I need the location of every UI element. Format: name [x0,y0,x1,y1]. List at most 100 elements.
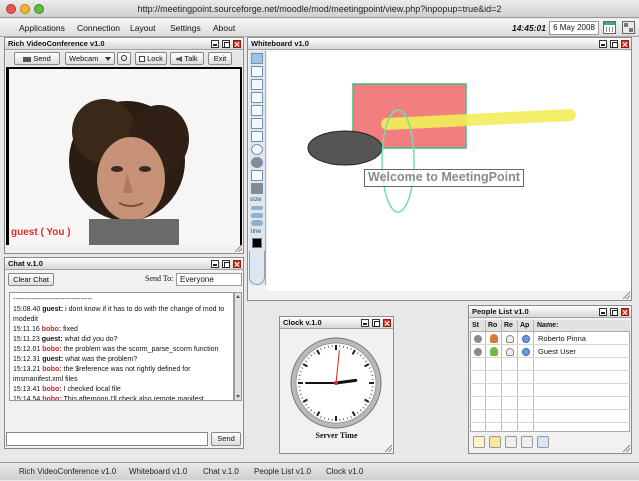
mute-icon[interactable] [505,436,517,448]
windows-layout-icon[interactable] [622,21,635,34]
color-swatch[interactable] [252,238,262,248]
resize-grip[interactable] [623,292,630,299]
minimize-icon[interactable] [361,319,369,327]
size-label: size [250,196,262,203]
menu-settings[interactable]: Settings [170,19,201,37]
close-icon[interactable] [233,40,241,48]
chat-text: fixed [63,326,78,333]
resize-grip[interactable] [623,445,630,452]
close-icon[interactable] [621,308,629,316]
whiteboard-canvas[interactable]: Welcome to MeetingPoint [267,51,631,291]
task-video[interactable]: Rich VideoConference v1.0 [19,463,116,481]
moderator-icon [490,334,498,343]
task-clock[interactable]: Clock v1.0 [326,463,363,481]
drawn-ellipse [308,131,382,165]
table-row [470,398,630,410]
highlighter-tool-icon[interactable] [251,131,263,142]
analog-clock [290,337,382,429]
camera-icon [23,57,31,62]
video-feed: guest ( You ) [9,69,240,245]
chat-text: what was the problem? [65,356,137,363]
menu-connection[interactable]: Connection [77,19,120,37]
close-icon[interactable] [383,319,391,327]
lightbulb-icon[interactable] [489,436,501,448]
column-request[interactable]: Re [502,320,513,332]
whiteboard-text[interactable]: Welcome to MeetingPoint [364,169,524,187]
maximize-icon[interactable] [222,260,230,268]
minimize-icon[interactable] [599,40,607,48]
menubar-date: 6 May 2008 [549,21,599,35]
menu-about[interactable]: About [213,19,235,37]
close-icon[interactable] [621,40,629,48]
maximize-icon[interactable] [610,40,618,48]
text-tool-icon[interactable] [251,79,263,90]
help-icon[interactable] [537,436,549,448]
minimize-icon[interactable] [599,308,607,316]
column-status[interactable]: St [470,320,479,332]
chat-scrollbar[interactable] [234,292,242,401]
size-large-icon[interactable] [251,220,263,226]
user-name: Guest User [538,347,576,356]
close-icon[interactable] [233,260,241,268]
chat-time: 15:12.31 [13,356,42,363]
task-whiteboard[interactable]: Whiteboard v1.0 [129,463,187,481]
ellipse-tool-icon[interactable] [251,144,263,155]
minimize-icon[interactable] [211,40,219,48]
maximize-icon[interactable] [372,319,380,327]
clear-chat-button[interactable]: Clear Chat [8,273,54,286]
chat-text: ---------------------------------- [13,296,92,303]
talk-button[interactable]: Talk [170,52,204,65]
send-to-select[interactable]: Everyone [176,273,242,286]
line-label: line [251,228,261,235]
video-source-select[interactable]: Webcam [65,52,115,65]
maximize-icon[interactable] [610,308,618,316]
menu-applications[interactable]: Applications [19,19,65,37]
user-name: Roberto Pinna [538,334,586,343]
task-chat[interactable]: Chat v.1.0 [203,463,239,481]
exit-button[interactable]: Exit [208,52,232,65]
table-row[interactable]: Roberto Pinna [470,333,630,345]
scroll-down-icon[interactable] [236,395,240,398]
chat-log[interactable]: ---------------------------------- 15:08.… [9,292,234,401]
minimize-window-icon[interactable] [20,4,30,14]
lock-button[interactable]: Lock [135,52,167,65]
cross-tool-icon[interactable] [251,118,263,129]
line-tool-icon[interactable] [251,105,263,116]
column-approve[interactable]: Ap [518,320,529,332]
table-row[interactable]: Guest User [470,346,630,358]
chat-time: 15:13.21 [13,366,42,373]
minimize-icon[interactable] [211,260,219,268]
rectangle-tool-icon[interactable] [251,170,263,181]
select-tool-icon[interactable] [251,66,263,77]
send-video-button[interactable]: Send [14,52,60,65]
toolbar-slider[interactable] [249,251,265,285]
column-role[interactable]: Ro [486,320,497,332]
size-medium-icon[interactable] [251,213,263,218]
filled-rectangle-tool-icon[interactable] [251,183,263,194]
calendar-icon[interactable] [603,21,616,34]
menu-layout[interactable]: Layout [130,19,156,37]
resize-grip[interactable] [385,445,392,452]
table-row [470,359,630,371]
resize-grip[interactable] [235,245,242,252]
document-icon[interactable] [521,436,533,448]
chat-author: guest: [42,336,65,343]
raise-hand-icon[interactable] [473,436,485,448]
scroll-up-icon[interactable] [236,295,240,298]
pencil-tool-icon[interactable] [251,92,263,103]
zoom-button[interactable] [117,52,131,65]
chat-author: guest: [42,356,65,363]
maximize-icon[interactable] [222,40,230,48]
chat-send-button[interactable]: Send [211,432,241,446]
chat-text: the problem was the scorm_parse_scorm fu… [64,346,219,353]
close-window-icon[interactable] [6,4,16,14]
task-people[interactable]: People List v1.0 [254,463,311,481]
pointer-tool-icon[interactable] [251,53,263,64]
size-small-icon[interactable] [251,206,263,210]
chat-input[interactable] [6,432,208,446]
zoom-window-icon[interactable] [34,4,44,14]
chat-time: 15:08.40 [13,306,42,313]
column-name[interactable]: Name: [535,320,558,332]
chat-time: 15:13.41 [13,386,42,393]
filled-ellipse-tool-icon[interactable] [251,157,263,168]
